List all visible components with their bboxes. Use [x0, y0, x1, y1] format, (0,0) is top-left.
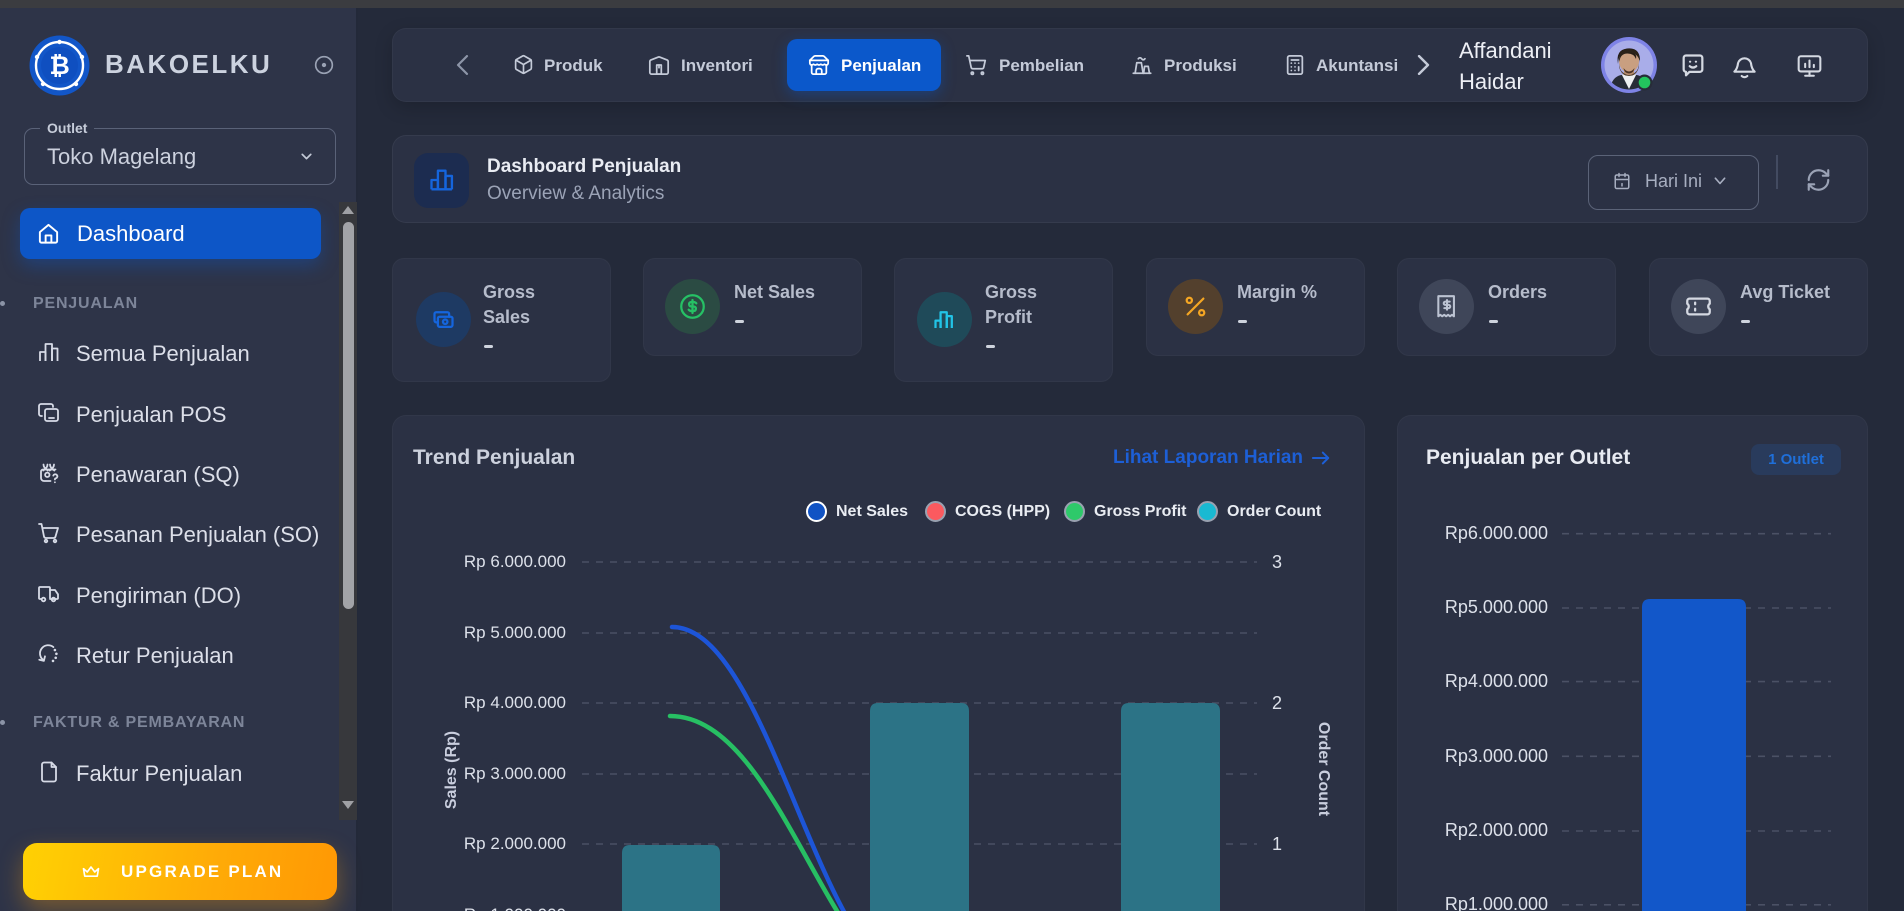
- svg-text:₿: ₿: [49, 52, 69, 80]
